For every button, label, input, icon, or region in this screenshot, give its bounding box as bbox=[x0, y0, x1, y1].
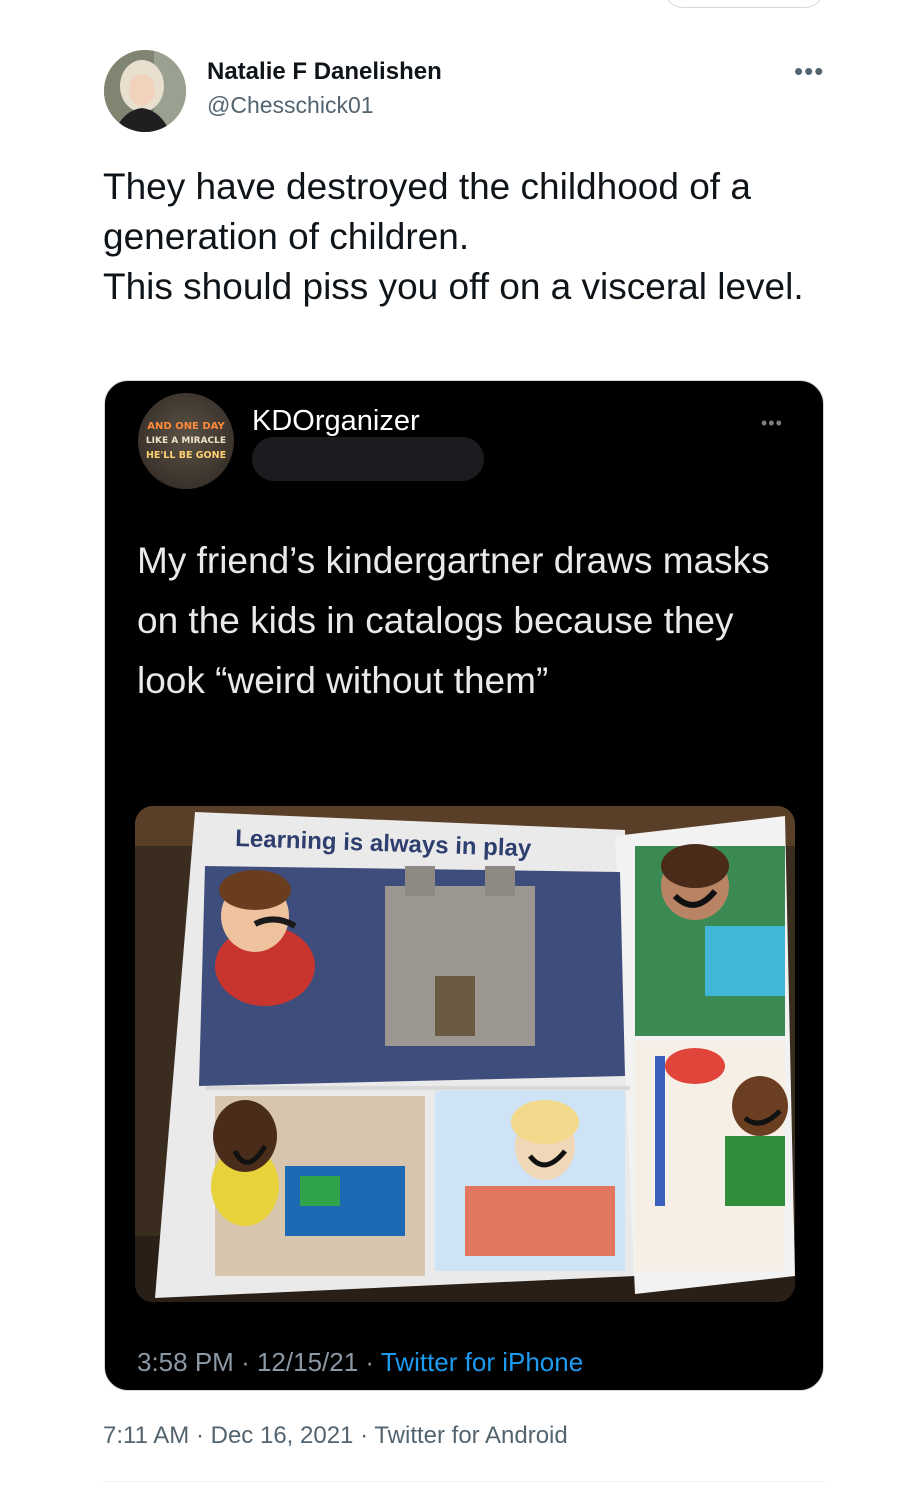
author-name[interactable]: Natalie F Danelishen bbox=[207, 58, 442, 86]
more-horizontal-icon[interactable]: ••• bbox=[794, 58, 824, 84]
quoted-tweet-text: My friend’s kindergartner draws masks on… bbox=[137, 540, 770, 701]
tweet-meta-separator-2: · bbox=[360, 1422, 369, 1449]
tweet-source: Twitter for Android bbox=[374, 1422, 568, 1449]
quoted-time: 3:58 PM bbox=[137, 1347, 234, 1377]
avatar-text-line-3: HE'LL BE GONE bbox=[145, 450, 227, 461]
quoted-date: 12/15/21 bbox=[256, 1347, 359, 1377]
tweet-text-line-2: This should piss you off on a visceral l… bbox=[103, 266, 804, 307]
quoted-tweet-photo[interactable]: Learning is always in play bbox=[135, 806, 795, 1302]
quoted-tweet-meta: 3:58 PM · 12/15/21 · Twitter for iPhone bbox=[137, 1347, 583, 1378]
quoted-meta-separator-2: · bbox=[365, 1347, 375, 1377]
quoted-author-avatar[interactable]: AND ONE DAY LIKE A MIRACLE HE'LL BE GONE bbox=[138, 393, 234, 489]
redacted-handle bbox=[252, 437, 484, 481]
avatar-text-line-1: AND ONE DAY bbox=[147, 421, 225, 432]
follow-button-edge[interactable] bbox=[664, 0, 824, 8]
divider bbox=[103, 1481, 825, 1482]
tweet-time[interactable]: 7:11 AM bbox=[103, 1422, 189, 1449]
tweet-text: They have destroyed the childhood of a g… bbox=[103, 162, 833, 312]
tweet-meta: 7:11 AM · Dec 16, 2021 · Twitter for And… bbox=[103, 1422, 568, 1450]
quoted-meta-separator-1: · bbox=[241, 1347, 250, 1377]
tweet-text-line-1: They have destroyed the childhood of a g… bbox=[103, 166, 751, 257]
tweet-date[interactable]: Dec 16, 2021 bbox=[211, 1422, 354, 1449]
quoted-more-horizontal-icon[interactable]: ••• bbox=[761, 413, 783, 434]
author-handle[interactable]: @Chesschick01 bbox=[207, 92, 374, 119]
quoted-author-name[interactable]: KDOrganizer bbox=[252, 405, 420, 438]
tweet-meta-separator-1: · bbox=[195, 1422, 204, 1449]
quoted-source-link[interactable]: Twitter for iPhone bbox=[381, 1347, 583, 1377]
author-avatar[interactable] bbox=[104, 50, 186, 132]
avatar-text-line-2: LIKE A MIRACLE bbox=[145, 436, 227, 446]
quoted-tweet[interactable]: AND ONE DAY LIKE A MIRACLE HE'LL BE GONE… bbox=[104, 380, 824, 1391]
